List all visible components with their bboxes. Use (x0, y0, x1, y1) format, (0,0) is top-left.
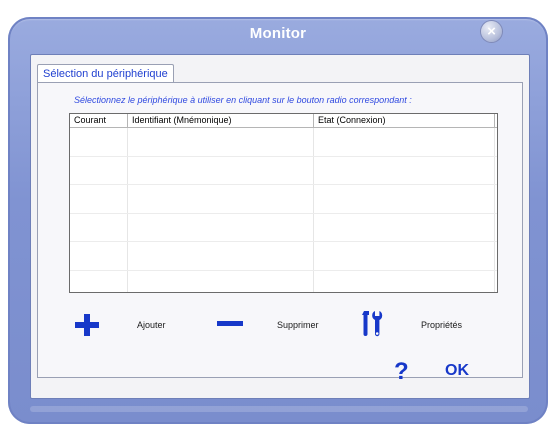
add-button[interactable] (70, 311, 104, 339)
plus-icon (75, 314, 99, 336)
remove-button[interactable] (214, 313, 248, 335)
column-header-identifier[interactable]: Identifiant (Mnémonique) (128, 114, 314, 127)
column-header-state[interactable]: Etat (Connexion) (314, 114, 495, 127)
device-table[interactable]: Courant Identifiant (Mnémonique) Etat (C… (69, 113, 498, 293)
monitor-dialog: Monitor × Sélection du périphérique Séle… (0, 0, 559, 431)
table-row[interactable] (70, 128, 497, 157)
ok-button[interactable]: OK (445, 362, 469, 380)
table-header: Courant Identifiant (Mnémonique) Etat (C… (70, 114, 497, 128)
close-icon: × (487, 23, 496, 40)
tools-icon (362, 311, 383, 337)
help-icon: ? (394, 358, 409, 385)
help-button[interactable]: ? (394, 358, 409, 386)
table-row[interactable] (70, 213, 497, 242)
add-label[interactable]: Ajouter (137, 320, 166, 330)
minus-icon (217, 321, 243, 326)
table-row[interactable] (70, 270, 497, 292)
window-title: Monitor (249, 25, 307, 42)
table-row[interactable] (70, 156, 497, 185)
tab-device-selection[interactable]: Sélection du périphérique (37, 64, 174, 82)
close-button[interactable]: × (481, 21, 502, 42)
remove-label[interactable]: Supprimer (277, 320, 319, 330)
properties-button[interactable] (360, 309, 384, 339)
table-row[interactable] (70, 242, 497, 271)
instruction-text: Sélectionnez le périphérique à utiliser … (74, 95, 412, 105)
status-strip (30, 406, 528, 412)
table-row[interactable] (70, 185, 497, 214)
column-header-current[interactable]: Courant (70, 114, 128, 127)
properties-label[interactable]: Propriétés (421, 320, 462, 330)
